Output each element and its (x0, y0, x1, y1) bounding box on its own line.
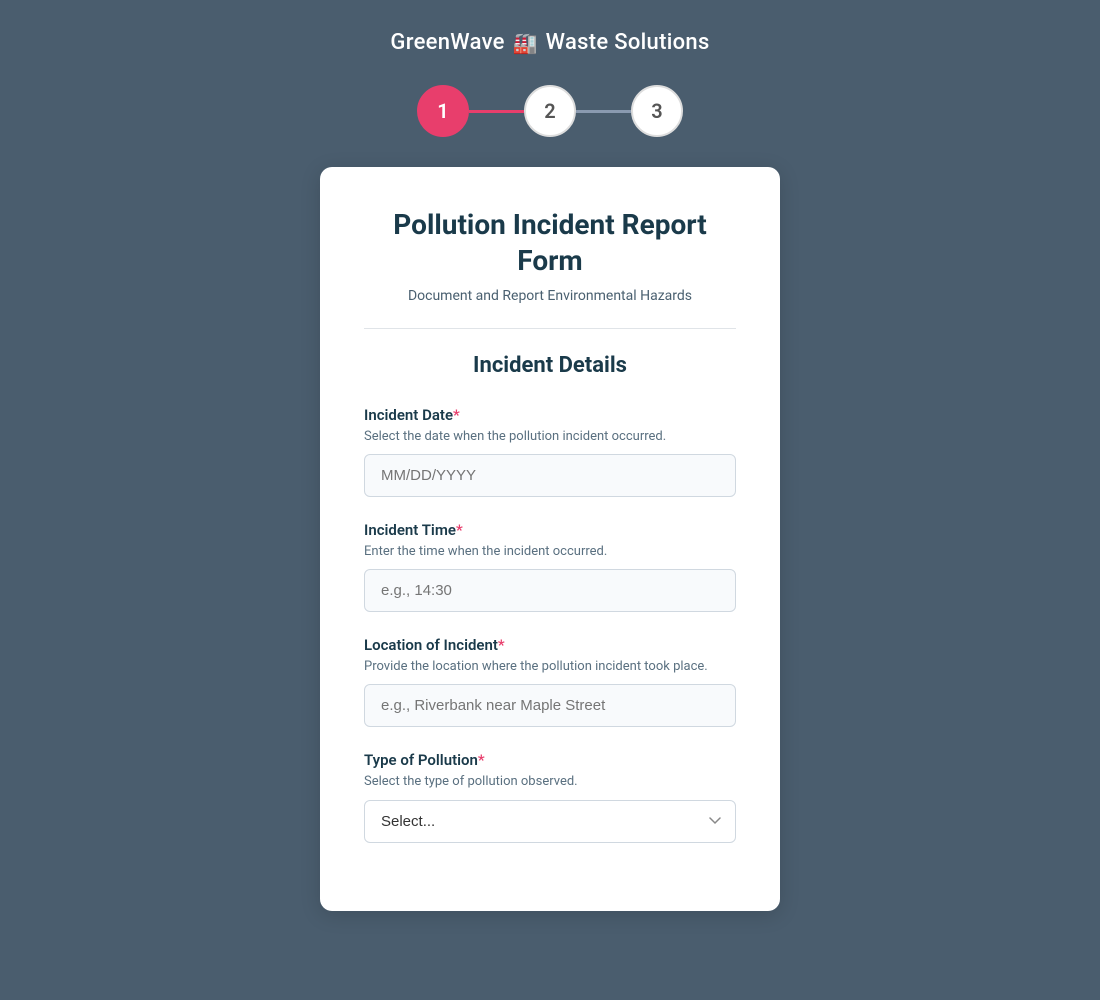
form-card: Pollution Incident Report Form Document … (320, 167, 780, 911)
header-brand-name: GreenWave (390, 30, 504, 55)
location-input[interactable] (364, 684, 736, 727)
divider (364, 328, 736, 329)
form-title: Pollution Incident Report Form (364, 207, 736, 280)
field-group-incident-time: Incident Time* Enter the time when the i… (364, 521, 736, 612)
description-incident-date: Select the date when the pollution incid… (364, 428, 736, 446)
label-incident-time: Incident Time* (364, 521, 736, 539)
label-incident-date: Incident Date* (364, 406, 736, 424)
required-star-pollution: * (478, 751, 485, 769)
required-star-date: * (453, 406, 460, 424)
step-connector-1 (469, 110, 524, 113)
label-pollution-type: Type of Pollution* (364, 751, 736, 769)
stepper: 1 2 3 (417, 85, 683, 137)
step-1[interactable]: 1 (417, 85, 469, 137)
description-incident-time: Enter the time when the incident occurre… (364, 543, 736, 561)
incident-date-input[interactable] (364, 454, 736, 497)
section-title: Incident Details (364, 353, 736, 378)
required-star-time: * (456, 521, 463, 539)
step-connector-2 (576, 110, 631, 113)
incident-time-input[interactable] (364, 569, 736, 612)
description-pollution-type: Select the type of pollution observed. (364, 773, 736, 791)
required-star-location: * (498, 636, 505, 654)
step-2[interactable]: 2 (524, 85, 576, 137)
field-group-incident-date: Incident Date* Select the date when the … (364, 406, 736, 497)
step-3[interactable]: 3 (631, 85, 683, 137)
header-brand-suffix: Waste Solutions (546, 30, 710, 55)
app-header: GreenWave 🏭 Waste Solutions (390, 30, 709, 55)
factory-icon: 🏭 (513, 31, 538, 55)
description-location: Provide the location where the pollution… (364, 658, 736, 676)
label-location: Location of Incident* (364, 636, 736, 654)
field-group-pollution-type: Type of Pollution* Select the type of po… (364, 751, 736, 842)
form-subtitle: Document and Report Environmental Hazard… (364, 288, 736, 304)
field-group-location: Location of Incident* Provide the locati… (364, 636, 736, 727)
pollution-type-select[interactable]: Select... Water Pollution Air Pollution … (364, 800, 736, 843)
